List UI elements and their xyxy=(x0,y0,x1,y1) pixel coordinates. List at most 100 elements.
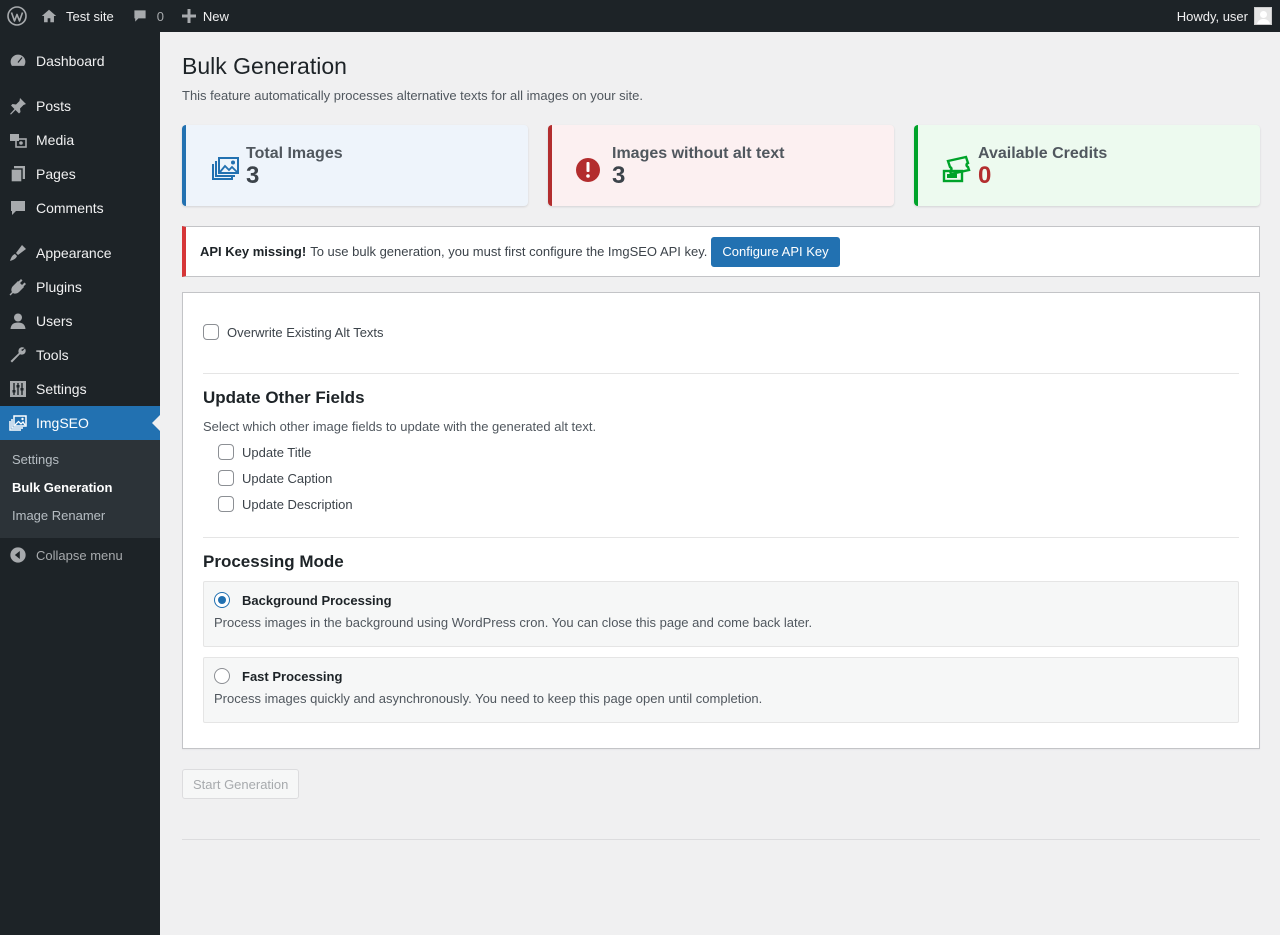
submenu-bulk-generation[interactable]: Bulk Generation xyxy=(12,480,112,495)
comment-icon xyxy=(134,10,146,22)
menu-item-media[interactable]: Media xyxy=(0,123,160,157)
page-title: Bulk Generation xyxy=(182,53,347,79)
site-name-label: Test site xyxy=(66,8,114,24)
wrench-icon xyxy=(0,345,36,365)
overwrite-alt-checkbox[interactable] xyxy=(203,324,219,340)
api-key-notice: API Key missing! To use bulk generation,… xyxy=(182,226,1260,277)
update-title-label: Update Title xyxy=(242,444,312,460)
menu-item-label: ImgSEO xyxy=(36,415,89,431)
menu-item-label: Dashboard xyxy=(36,53,105,69)
submenu-image-renamer[interactable]: Image Renamer xyxy=(12,508,105,523)
sliders-icon xyxy=(0,379,36,399)
account-menu[interactable]: Howdy, user xyxy=(1169,0,1280,32)
overwrite-alt-label: Overwrite Existing Alt Texts xyxy=(227,324,384,340)
update-description-option[interactable]: Update Description xyxy=(218,496,353,512)
collapse-menu-button[interactable]: Collapse menu xyxy=(0,540,160,570)
menu-item-dashboard[interactable]: Dashboard xyxy=(0,44,160,78)
menu-item-plugins[interactable]: Plugins xyxy=(0,270,160,304)
menu-item-users[interactable]: Users xyxy=(0,304,160,338)
divider xyxy=(203,537,1239,538)
missing-alt-value: 3 xyxy=(612,162,626,189)
start-generation-button[interactable]: Start Generation xyxy=(182,769,300,799)
site-name-link[interactable]: Test site xyxy=(34,0,122,32)
divider xyxy=(182,839,1260,840)
background-processing-option[interactable]: Background Processing Process images in … xyxy=(203,581,1239,647)
comments-link[interactable]: 0 xyxy=(122,0,172,32)
brush-icon xyxy=(0,243,36,263)
imgseo-submenu: Settings Bulk Generation Image Renamer xyxy=(0,440,160,538)
menu-item-posts[interactable]: Posts xyxy=(0,89,160,123)
menu-item-appearance[interactable]: Appearance xyxy=(0,236,160,270)
admin-bar: Test site 0 New Howdy, user xyxy=(0,0,1280,32)
menu-item-tools[interactable]: Tools xyxy=(0,338,160,372)
plus-icon xyxy=(181,9,196,23)
new-content-link[interactable]: New xyxy=(172,0,237,32)
menu-item-label: Appearance xyxy=(36,245,112,261)
home-icon xyxy=(41,9,57,23)
menu-item-label: Users xyxy=(36,313,73,329)
menu-item-label: Plugins xyxy=(36,279,82,295)
menu-item-pages[interactable]: Pages xyxy=(0,157,160,191)
submenu-settings[interactable]: Settings xyxy=(12,452,59,467)
update-title-option[interactable]: Update Title xyxy=(218,444,311,460)
other-fields-help: Select which other image fields to updat… xyxy=(203,419,597,434)
update-caption-option[interactable]: Update Caption xyxy=(218,470,332,486)
credits-label: Available Credits xyxy=(978,145,1108,162)
dashboard-icon xyxy=(0,51,36,71)
background-processing-description: Process images in the background using W… xyxy=(214,615,813,630)
menu-item-label: Comments xyxy=(36,200,104,216)
greeting: Howdy, user xyxy=(1176,8,1248,24)
comments-count: 0 xyxy=(156,8,164,24)
fast-processing-radio[interactable] xyxy=(214,668,230,684)
update-caption-checkbox[interactable] xyxy=(218,470,234,486)
tickets-icon xyxy=(942,155,971,183)
collapse-menu-label: Collapse menu xyxy=(36,547,123,563)
menu-item-label: Settings xyxy=(36,381,87,397)
images-icon xyxy=(212,157,239,180)
plug-icon xyxy=(0,277,36,297)
total-images-label: Total Images xyxy=(246,145,343,162)
fast-processing-description: Process images quickly and asynchronousl… xyxy=(214,691,763,706)
update-description-checkbox[interactable] xyxy=(218,496,234,512)
collapse-arrow-icon xyxy=(0,546,36,564)
comment-icon xyxy=(0,198,36,218)
update-caption-label: Update Caption xyxy=(242,470,333,486)
admin-menu: Dashboard Posts Media Pages Comments App… xyxy=(0,32,160,935)
notice-bold-text: API Key missing! xyxy=(200,244,307,259)
stat-card-credits: Available Credits 0 xyxy=(914,125,1260,206)
media-icon xyxy=(0,130,36,150)
notice-text: To use bulk generation, you must first c… xyxy=(310,244,708,259)
missing-alt-label: Images without alt text xyxy=(612,145,785,162)
other-fields-heading: Update Other Fields xyxy=(203,388,365,407)
menu-item-settings[interactable]: Settings xyxy=(0,372,160,406)
fast-processing-title: Fast Processing xyxy=(242,668,343,684)
pin-icon xyxy=(0,96,36,116)
fast-processing-option[interactable]: Fast Processing Process images quickly a… xyxy=(203,657,1239,723)
background-processing-title: Background Processing xyxy=(242,592,392,608)
user-icon xyxy=(0,311,36,331)
menu-item-label: Pages xyxy=(36,166,76,182)
page-description: This feature automatically processes alt… xyxy=(182,88,643,103)
generation-options-panel: Overwrite Existing Alt Texts Update Othe… xyxy=(182,292,1260,749)
update-title-checkbox[interactable] xyxy=(218,444,234,460)
processing-mode-heading: Processing Mode xyxy=(203,552,344,571)
divider xyxy=(203,373,1239,374)
new-label: New xyxy=(202,8,229,24)
overwrite-alt-option[interactable]: Overwrite Existing Alt Texts xyxy=(203,324,384,340)
credits-value: 0 xyxy=(978,162,992,189)
background-processing-radio[interactable] xyxy=(214,592,230,608)
avatar xyxy=(1254,7,1272,25)
menu-item-label: Posts xyxy=(36,98,72,114)
total-images-value: 3 xyxy=(246,162,260,189)
menu-item-imgseo[interactable]: ImgSEO xyxy=(0,406,160,440)
stat-card-total-images: Total Images 3 xyxy=(182,125,528,206)
menu-item-label: Media xyxy=(36,132,75,148)
menu-item-comments[interactable]: Comments xyxy=(0,191,160,225)
update-description-label: Update Description xyxy=(242,496,353,512)
wordpress-logo-icon[interactable] xyxy=(0,0,34,32)
stat-card-missing-alt: Images without alt text 3 xyxy=(548,125,894,206)
menu-item-label: Tools xyxy=(36,347,69,363)
warning-icon xyxy=(576,158,600,182)
configure-api-key-button[interactable]: Configure API Key xyxy=(711,236,840,267)
images-icon xyxy=(0,413,36,433)
